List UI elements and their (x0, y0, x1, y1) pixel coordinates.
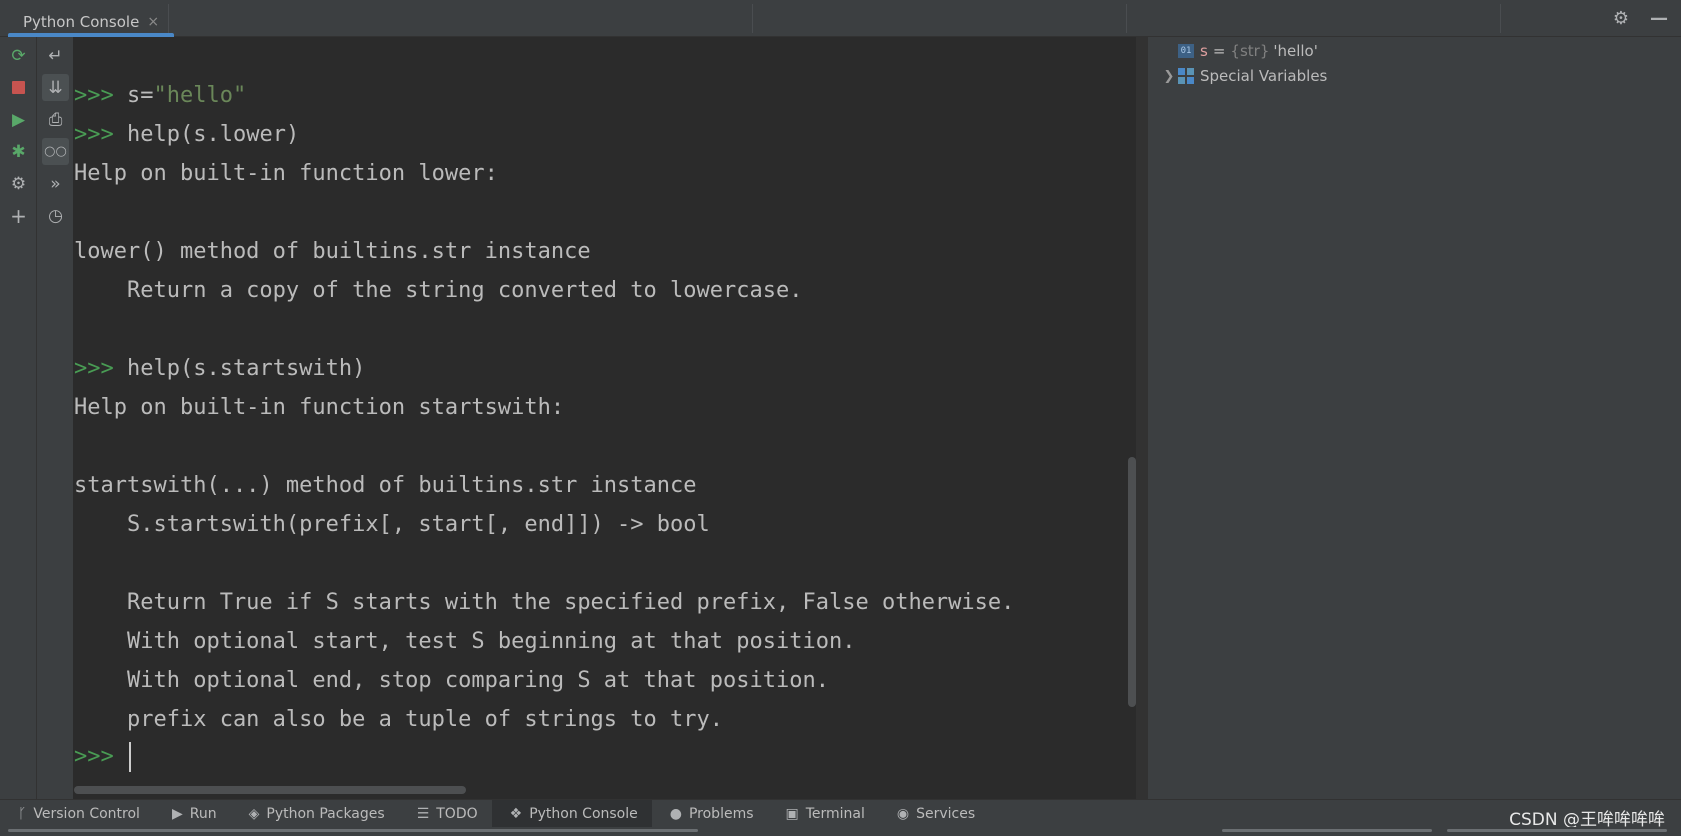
list-icon: ☰ (416, 805, 430, 822)
terminal-icon: ▣ (785, 805, 799, 822)
execute-history-icon[interactable]: » (42, 170, 69, 197)
special-variables-icon (1178, 68, 1194, 84)
console-line: >>> help(s.lower) (74, 122, 300, 147)
branch-icon: ᚴ (18, 805, 27, 822)
close-icon[interactable]: × (147, 14, 159, 30)
scroll-to-end-icon[interactable]: ⇊ (42, 74, 69, 101)
variable-value: 'hello' (1273, 42, 1318, 60)
soft-wrap-icon[interactable]: ↵ (42, 42, 69, 69)
special-variables-label: Special Variables (1200, 67, 1328, 85)
tab-services[interactable]: ◉ Services (879, 800, 989, 828)
console-line: >>> s="hello" (74, 83, 247, 108)
special-variables-row[interactable]: ❯ Special Variables (1160, 64, 1328, 88)
console-output[interactable]: >>> s="hello" >>> help(s.lower) Help on … (74, 37, 1136, 799)
add-icon[interactable]: + (5, 202, 32, 229)
tab-terminal[interactable]: ▣ Terminal (768, 800, 879, 828)
console-line: Help on built-in function startswith: (74, 395, 565, 420)
status-bar (0, 827, 1681, 836)
print-icon[interactable]: ⎙ (42, 106, 69, 133)
tab-python-console-bottom[interactable]: ❖ Python Console (491, 799, 652, 828)
console-line: startswith(...) method of builtins.str i… (74, 473, 697, 498)
tab-python-packages[interactable]: ◈ Python Packages (231, 800, 399, 828)
history-icon[interactable]: ◷ (42, 202, 69, 229)
console-toolbar: ⟳ ▶ ✱ ⚙ + (0, 37, 37, 799)
panel-splitter[interactable] (1136, 37, 1148, 799)
show-variables-icon[interactable]: ○○ (42, 138, 69, 165)
run-icon: ▶ (171, 805, 183, 822)
console-line: With optional start, test S beginning at… (74, 629, 856, 654)
variable-type-icon: 01 (1178, 44, 1194, 58)
console-line: Return a copy of the string converted to… (74, 278, 803, 303)
settings-icon[interactable]: ⚙ (5, 170, 32, 197)
console-line: Return True if S starts with the specifi… (74, 590, 1015, 615)
debug-icon[interactable]: ✱ (5, 138, 32, 165)
variable-name: s (1200, 42, 1208, 60)
console-line: Help on built-in function lower: (74, 161, 498, 186)
run-icon[interactable]: ▶ (5, 106, 32, 133)
console-line: prefix can also be a tuple of strings to… (74, 707, 724, 732)
rerun-icon[interactable]: ⟳ (5, 42, 32, 69)
console-line: S.startswith(prefix[, start[, end]]) -> … (74, 512, 710, 537)
vertical-scrollbar[interactable] (1128, 457, 1136, 707)
tab-problems[interactable]: ● Problems (652, 800, 768, 828)
gear-icon[interactable]: ⚙ (1611, 8, 1631, 29)
console-line: With optional end, stop comparing S at t… (74, 668, 829, 693)
tab-version-control[interactable]: ᚴ Version Control (0, 800, 154, 828)
console-line: lower() method of builtins.str instance (74, 239, 591, 264)
info-icon: ● (669, 805, 682, 822)
text-caret (129, 742, 131, 772)
minimize-icon[interactable]: — (1649, 8, 1669, 29)
python-icon: ❖ (509, 805, 523, 822)
stop-icon[interactable] (5, 74, 32, 101)
variables-panel: 01 s = {str} 'hello' ❯ Special Variables (1148, 37, 1681, 799)
console-line: >>> help(s.startswith) (74, 356, 366, 381)
horizontal-scrollbar[interactable] (74, 786, 466, 794)
tab-python-console[interactable]: Python Console × (8, 6, 175, 37)
variable-type: {str} (1230, 42, 1270, 60)
layers-icon: ◈ (248, 805, 260, 822)
console-toolbar-secondary: ↵ ⇊ ⎙ ○○ » ◷ (37, 37, 74, 799)
tab-todo[interactable]: ☰ TODO (399, 800, 492, 828)
tab-run[interactable]: ▶ Run (154, 800, 231, 828)
tool-window-bar: ᚴ Version Control ▶ Run ◈ Python Package… (0, 799, 1681, 828)
variable-row-s[interactable]: 01 s = {str} 'hello' (1178, 39, 1318, 63)
tool-window-header: Python Console × ⚙ — (0, 0, 1681, 37)
chevron-right-icon[interactable]: ❯ (1160, 69, 1178, 84)
console-input-line[interactable]: >>> (74, 737, 131, 776)
tab-label: Python Console (23, 12, 140, 31)
services-icon: ◉ (896, 805, 910, 822)
